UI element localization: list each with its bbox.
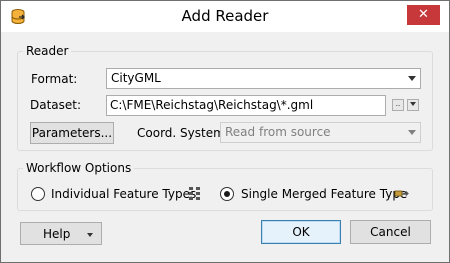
workflow-group-legend: Workflow Options [26, 161, 132, 175]
coord-system-label: Coord. System: [137, 126, 229, 140]
reader-group-legend: Reader [26, 44, 69, 58]
ellipsis-icon: .. [395, 100, 401, 108]
coord-system-select[interactable]: Read from source [220, 122, 421, 143]
dialog-title: Add Reader [181, 7, 269, 25]
dataset-dropdown-button[interactable] [407, 99, 419, 111]
format-label: Format: [31, 72, 78, 86]
dataset-label: Dataset: [30, 98, 82, 112]
chevron-down-icon [408, 76, 416, 81]
chevron-down-icon [408, 130, 416, 135]
feature-types-icon [188, 186, 202, 205]
individual-feature-types-label[interactable]: Individual Feature Types [51, 187, 196, 201]
add-reader-dialog: Add Reader ✕ Reader Format: CityGML Data… [0, 0, 450, 263]
single-merged-feature-type-label[interactable]: Single Merged Feature Type [241, 187, 407, 201]
help-button[interactable]: Help [20, 222, 102, 245]
format-select[interactable]: CityGML [106, 68, 421, 89]
browse-dataset-button[interactable]: .. [392, 99, 404, 111]
dataset-input[interactable]: C:\FME\Reichstag\Reichstag\*.gml [106, 95, 386, 116]
close-button[interactable]: ✕ [407, 5, 440, 25]
ok-button[interactable]: OK [261, 220, 341, 244]
radio-selected-dot [224, 191, 230, 197]
help-button-label: Help [43, 227, 71, 241]
merged-feature-type-icon [394, 188, 410, 203]
chevron-down-icon [87, 233, 93, 237]
workflow-group: Workflow Options [17, 161, 433, 211]
cancel-button[interactable]: Cancel [350, 220, 431, 244]
parameters-button[interactable]: Parameters... [30, 122, 114, 144]
format-select-value: CityGML [111, 71, 161, 85]
chevron-down-icon [410, 102, 416, 106]
title-bar: Add Reader ✕ [1, 1, 449, 32]
individual-feature-types-radio[interactable] [31, 187, 45, 201]
coord-system-value: Read from source [225, 125, 331, 139]
single-merged-feature-type-radio[interactable] [220, 187, 234, 201]
